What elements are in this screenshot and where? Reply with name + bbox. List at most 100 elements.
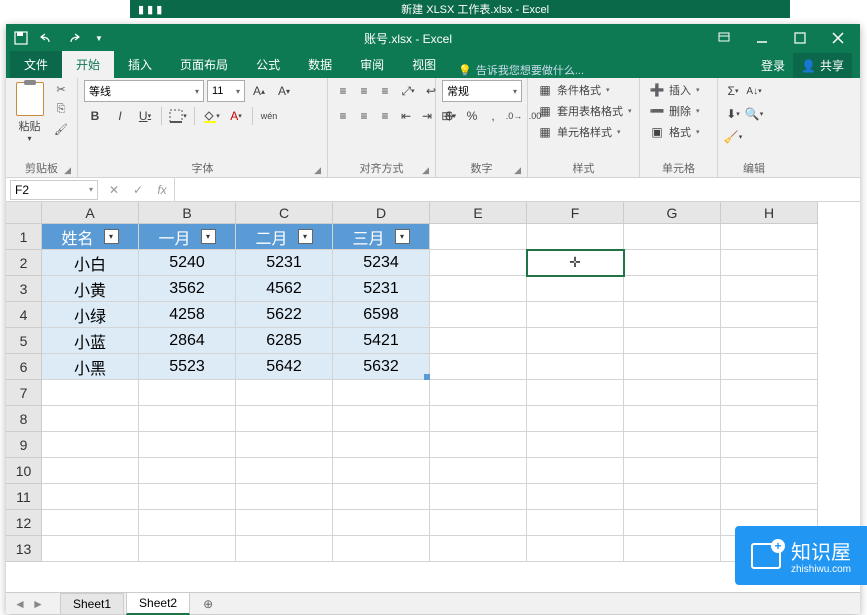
name-box[interactable]: F2▾ [10,180,98,200]
column-header-F[interactable]: F [527,202,624,224]
share-button[interactable]: 👤 共享 [793,53,852,78]
cell-B1[interactable]: 一月▾ [139,224,236,250]
cell-E11[interactable] [430,484,527,510]
cell-F7[interactable] [527,380,624,406]
number-format-combo[interactable]: 常规▾ [442,80,522,102]
format-cells-button[interactable]: ▣格式▾ [646,122,703,142]
cell-H2[interactable] [721,250,818,276]
cell-C7[interactable] [236,380,333,406]
border-button[interactable]: ▾ [167,105,189,127]
format-as-table-button[interactable]: ▦套用表格格式▾ [534,101,635,121]
tab-insert[interactable]: 插入 [114,51,166,78]
filter-button[interactable]: ▾ [201,229,216,244]
cell-F8[interactable] [527,406,624,432]
clear-button[interactable]: 🧹▾ [724,126,742,148]
ribbon-options-button[interactable] [706,26,742,50]
cell-B6[interactable]: 5523 [139,354,236,380]
cell-F11[interactable] [527,484,624,510]
filter-button[interactable]: ▾ [104,229,119,244]
column-header-C[interactable]: C [236,202,333,224]
cell-C10[interactable] [236,458,333,484]
cell-E8[interactable] [430,406,527,432]
cell-C13[interactable] [236,536,333,562]
cell-F12[interactable] [527,510,624,536]
tab-data[interactable]: 数据 [294,51,346,78]
row-header-1[interactable]: 1 [6,224,42,250]
cell-B3[interactable]: 3562 [139,276,236,302]
cell-A12[interactable] [42,510,139,536]
align-middle-button[interactable]: ≡ [355,80,373,102]
cell-C8[interactable] [236,406,333,432]
cell-B12[interactable] [139,510,236,536]
tab-home[interactable]: 开始 [62,51,114,78]
paste-button[interactable]: 粘贴 ▾ [12,80,47,143]
cell-F13[interactable] [527,536,624,562]
cell-C5[interactable]: 6285 [236,328,333,354]
cell-B9[interactable] [139,432,236,458]
comma-button[interactable]: , [484,105,502,127]
conditional-format-button[interactable]: ▦条件格式▾ [534,80,613,100]
row-header-3[interactable]: 3 [6,276,42,302]
cell-C1[interactable]: 二月▾ [236,224,333,250]
align-center-button[interactable]: ≡ [355,105,373,127]
cell-B7[interactable] [139,380,236,406]
select-all-corner[interactable] [6,202,42,224]
close-button[interactable] [820,26,856,50]
add-sheet-button[interactable]: ⊕ [198,594,218,614]
cell-G11[interactable] [624,484,721,510]
cell-D7[interactable] [333,380,430,406]
cell-C12[interactable] [236,510,333,536]
cell-C4[interactable]: 5622 [236,302,333,328]
font-launcher[interactable]: ◢ [314,165,321,176]
cell-D1[interactable]: 三月▾ [333,224,430,250]
column-header-E[interactable]: E [430,202,527,224]
cell-G12[interactable] [624,510,721,536]
accounting-button[interactable]: $▾ [442,105,460,127]
row-header-10[interactable]: 10 [6,458,42,484]
decrease-indent-button[interactable]: ⇤ [397,105,415,127]
cell-C2[interactable]: 5231 [236,250,333,276]
cell-C9[interactable] [236,432,333,458]
cell-A11[interactable] [42,484,139,510]
cell-styles-button[interactable]: ▦单元格样式▾ [534,122,624,142]
maximize-button[interactable] [782,26,818,50]
cell-B2[interactable]: 5240 [139,250,236,276]
cell-B13[interactable] [139,536,236,562]
row-header-13[interactable]: 13 [6,536,42,562]
cell-E4[interactable] [430,302,527,328]
cell-G9[interactable] [624,432,721,458]
cell-E12[interactable] [430,510,527,536]
cell-B11[interactable] [139,484,236,510]
row-header-6[interactable]: 6 [6,354,42,380]
cut-button[interactable]: ✂ [51,80,71,98]
cell-B8[interactable] [139,406,236,432]
row-header-12[interactable]: 12 [6,510,42,536]
cell-F10[interactable] [527,458,624,484]
row-header-11[interactable]: 11 [6,484,42,510]
cell-H7[interactable] [721,380,818,406]
percent-button[interactable]: % [463,105,481,127]
cell-A13[interactable] [42,536,139,562]
tab-file[interactable]: 文件 [10,51,62,78]
cell-B5[interactable]: 2864 [139,328,236,354]
filter-button[interactable]: ▾ [395,229,410,244]
cell-C3[interactable]: 4562 [236,276,333,302]
cell-E7[interactable] [430,380,527,406]
row-header-5[interactable]: 5 [6,328,42,354]
cell-E5[interactable] [430,328,527,354]
tell-me-search[interactable]: 💡 告诉我您想要做什么... [458,62,584,78]
row-header-8[interactable]: 8 [6,406,42,432]
cell-A3[interactable]: 小黄 [42,276,139,302]
cell-G4[interactable] [624,302,721,328]
cell-D9[interactable] [333,432,430,458]
column-header-B[interactable]: B [139,202,236,224]
align-left-button[interactable]: ≡ [334,105,352,127]
save-button[interactable] [10,27,32,49]
sheet-nav-prev[interactable]: ◄ [14,597,30,611]
tab-view[interactable]: 视图 [398,51,450,78]
cell-G2[interactable] [624,250,721,276]
cell-D6[interactable]: 5632 [333,354,430,380]
cell-H10[interactable] [721,458,818,484]
undo-button[interactable] [36,27,58,49]
row-header-2[interactable]: 2 [6,250,42,276]
